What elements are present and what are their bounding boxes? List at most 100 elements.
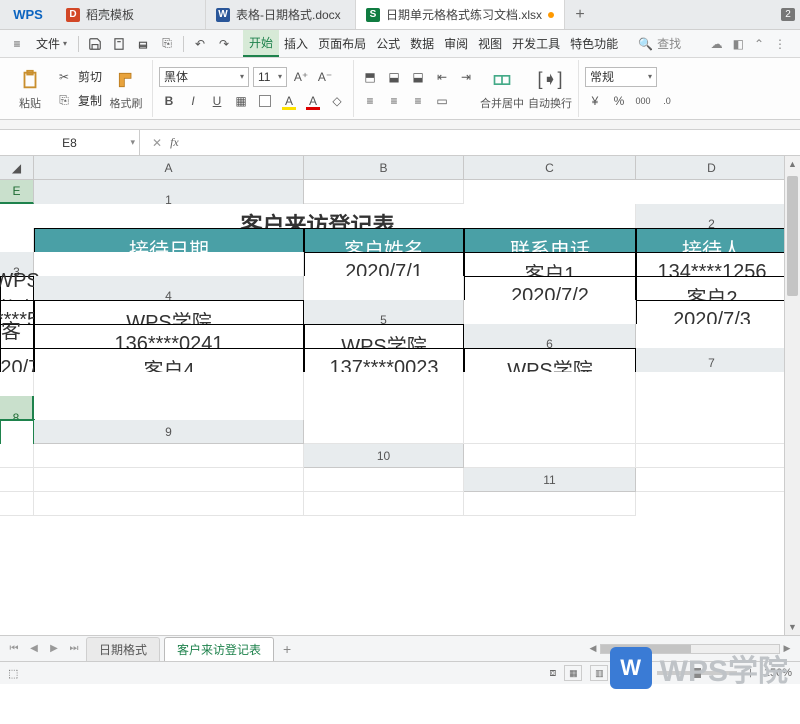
zoom-slider[interactable]: [657, 671, 737, 675]
row-header-9[interactable]: 9: [34, 420, 304, 444]
highlight-color-button[interactable]: A: [279, 91, 299, 111]
cell[interactable]: [636, 420, 788, 444]
fx-icon[interactable]: fx: [170, 135, 179, 150]
file-menu[interactable]: 文件▾: [30, 35, 73, 52]
more-icon[interactable]: ⋮: [774, 37, 786, 51]
col-header-D[interactable]: D: [636, 156, 788, 180]
indent-increase-button[interactable]: ⇥: [456, 67, 476, 87]
scroll-down-icon[interactable]: ▼: [785, 619, 800, 635]
window-count-badge[interactable]: 2: [776, 0, 800, 29]
horizontal-scrollbar[interactable]: ◀ ▶: [586, 643, 794, 654]
name-box[interactable]: E8 ▾: [0, 130, 140, 155]
cell[interactable]: [0, 468, 34, 492]
decrease-decimal-button[interactable]: .0: [657, 91, 677, 111]
align-right-button[interactable]: ≡: [408, 91, 428, 111]
stats-icon[interactable]: ⧈: [549, 667, 556, 680]
zoom-value[interactable]: 150%: [764, 667, 792, 679]
tab-review[interactable]: 审阅: [439, 30, 473, 57]
cell[interactable]: [34, 468, 304, 492]
wrap-text-button[interactable]: [➧] 自动换行: [528, 67, 572, 111]
sheet-tab-1[interactable]: 日期格式: [86, 637, 160, 661]
doc-tab-sheet-active[interactable]: S 日期单元格格式练习文档.xlsx: [356, 0, 565, 29]
sheet-nav-next[interactable]: ▶: [46, 643, 62, 654]
skin-icon[interactable]: ◧: [733, 37, 744, 51]
app-menu-button[interactable]: ≡: [6, 33, 28, 55]
tab-start[interactable]: 开始: [243, 30, 279, 57]
sheet-nav-first[interactable]: ⏮: [6, 643, 22, 654]
align-bottom-button[interactable]: ⬓: [408, 67, 428, 87]
col-header-E[interactable]: E: [0, 180, 34, 204]
borders-button[interactable]: ▦: [231, 91, 251, 111]
cancel-formula-icon[interactable]: ✕: [152, 136, 162, 150]
align-middle-button[interactable]: ⬓: [384, 67, 404, 87]
merge-split-button[interactable]: ▭: [432, 91, 452, 111]
clear-format-button[interactable]: ◇: [327, 91, 347, 111]
wps-home-tab[interactable]: WPS: [0, 0, 56, 29]
cell[interactable]: [464, 492, 636, 516]
bold-button[interactable]: B: [159, 91, 179, 111]
cell[interactable]: [464, 420, 636, 444]
tab-view[interactable]: 视图: [473, 30, 507, 57]
zoom-out-button[interactable]: −: [642, 667, 648, 679]
cell[interactable]: [304, 420, 464, 444]
col-header-C[interactable]: C: [464, 156, 636, 180]
comma-button[interactable]: 000: [633, 91, 653, 111]
sheet-nav-last[interactable]: ⏭: [66, 643, 82, 654]
shrink-font-button[interactable]: A⁻: [315, 67, 335, 87]
new-tab-button[interactable]: +: [565, 0, 595, 29]
cell[interactable]: [0, 492, 34, 516]
align-top-button[interactable]: ⬒: [360, 67, 380, 87]
sheet-nav-prev[interactable]: ◀: [26, 643, 42, 654]
col-header-B[interactable]: B: [304, 156, 464, 180]
tab-page-layout[interactable]: 页面布局: [313, 30, 371, 57]
merge-center-button[interactable]: 合并居中: [480, 67, 524, 111]
cell[interactable]: [34, 444, 304, 468]
col-header-A[interactable]: A: [34, 156, 304, 180]
tab-data[interactable]: 数据: [405, 30, 439, 57]
tab-dev[interactable]: 开发工具: [507, 30, 565, 57]
paste-button[interactable]: 粘贴: [10, 67, 50, 111]
font-size-select[interactable]: 11▾: [253, 67, 287, 87]
cell[interactable]: [304, 180, 464, 204]
cloud-icon[interactable]: ☁: [711, 37, 723, 51]
redo-button[interactable]: ↷: [213, 33, 235, 55]
fill-color-button[interactable]: [255, 91, 275, 111]
tab-special[interactable]: 特色功能: [565, 30, 623, 57]
view-page-button[interactable]: ▥: [590, 665, 608, 681]
undo-button[interactable]: ↶: [189, 33, 211, 55]
save-button[interactable]: [84, 33, 106, 55]
currency-button[interactable]: ¥: [585, 91, 605, 111]
cut-button[interactable]: ✂剪切: [54, 67, 102, 87]
grow-font-button[interactable]: A⁺: [291, 67, 311, 87]
align-center-button[interactable]: ≡: [384, 91, 404, 111]
vertical-scrollbar[interactable]: ▲ ▼: [784, 156, 800, 635]
doc-tab-word[interactable]: W 表格-日期格式.docx: [206, 0, 356, 29]
sheet-tab-2-active[interactable]: 客户来访登记表: [164, 637, 274, 661]
italic-button[interactable]: I: [183, 91, 203, 111]
print-button[interactable]: [132, 33, 154, 55]
hscroll-left-icon[interactable]: ◀: [586, 643, 600, 654]
view-normal-button[interactable]: ▦: [564, 665, 582, 681]
align-left-button[interactable]: ≡: [360, 91, 380, 111]
percent-button[interactable]: %: [609, 91, 629, 111]
row-header-11[interactable]: 11: [464, 468, 636, 492]
cell[interactable]: [464, 444, 636, 468]
cell[interactable]: [304, 492, 464, 516]
worksheet-area[interactable]: ◢ABCDE1客户来访登记表2接待日期客户姓名联系电话接待人32020/7/1客…: [0, 156, 800, 636]
export-button[interactable]: ⎘: [156, 33, 178, 55]
add-sheet-button[interactable]: +: [278, 641, 296, 657]
zoom-in-button[interactable]: ＋: [745, 665, 756, 681]
scroll-up-icon[interactable]: ▲: [785, 156, 800, 172]
number-format-select[interactable]: 常规▾: [585, 67, 657, 87]
copy-button[interactable]: ⎘复制: [54, 91, 102, 111]
search-box[interactable]: 🔍 查找: [631, 32, 688, 55]
cell[interactable]: [34, 492, 304, 516]
cell[interactable]: [636, 444, 788, 468]
view-break-button[interactable]: ▤: [616, 665, 634, 681]
print-preview-button[interactable]: [108, 33, 130, 55]
font-name-select[interactable]: 黑体▾: [159, 67, 249, 87]
font-color-button[interactable]: A: [303, 91, 323, 111]
scroll-thumb[interactable]: [787, 176, 798, 296]
indent-decrease-button[interactable]: ⇤: [432, 67, 452, 87]
format-painter-button[interactable]: 格式刷: [106, 67, 146, 111]
